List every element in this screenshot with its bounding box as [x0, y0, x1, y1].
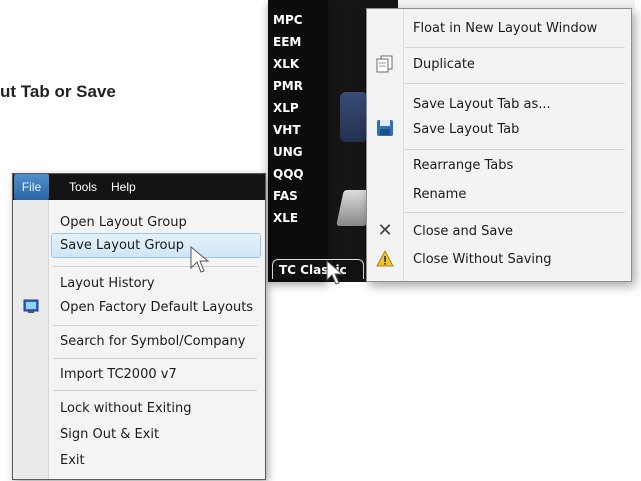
menu-item-layout-history[interactable]: Layout History	[60, 276, 155, 291]
layout-tab[interactable]: TC Classic	[272, 259, 364, 279]
symbol-item[interactable]: QQQ	[273, 167, 304, 182]
factory-layout-icon	[21, 298, 41, 318]
menu-separator	[53, 266, 257, 267]
symbol-item[interactable]: FAS	[273, 189, 298, 204]
menubar-file[interactable]: File	[14, 174, 49, 200]
menubar-tools[interactable]: Tools	[69, 174, 97, 200]
floppy-disk-icon	[375, 119, 395, 139]
symbol-item[interactable]: MPC	[273, 13, 303, 28]
menu-item-import-tc2000[interactable]: Import TC2000 v7	[60, 367, 177, 382]
menu-item-search-symbol[interactable]: Search for Symbol/Company	[60, 334, 245, 349]
menu-item-sign-out-exit[interactable]: Sign Out & Exit	[60, 427, 159, 442]
menu-item-duplicate[interactable]: Duplicate	[413, 57, 475, 72]
menu-separator	[405, 47, 625, 48]
tab-context-menu: Float in New Layout Window Duplicate Sav…	[366, 8, 632, 282]
instruction-heading: ut Tab or Save	[0, 82, 116, 101]
menu-bar: File Tools Help	[13, 174, 265, 200]
menu-separator	[53, 390, 257, 391]
symbol-item[interactable]: XLP	[273, 101, 299, 116]
symbol-item[interactable]: XLK	[273, 57, 299, 72]
symbol-item[interactable]: EEM	[273, 35, 301, 50]
menu-separator	[53, 325, 257, 326]
menu-item-open-layout-group[interactable]: Open Layout Group	[60, 215, 187, 230]
menu-item-lock-without-exiting[interactable]: Lock without Exiting	[60, 401, 192, 416]
menu-separator	[405, 83, 625, 84]
duplicate-icon	[375, 55, 395, 75]
mouse-cursor-icon	[326, 260, 344, 285]
menu-item-save-layout-tab-as[interactable]: Save Layout Tab as...	[413, 97, 551, 112]
symbol-list: MPC EEM XLK PMR XLP VHT UNG QQQ FAS XLE	[268, 0, 328, 282]
symbol-item[interactable]: VHT	[273, 123, 301, 138]
thumbnail-icon	[340, 92, 368, 142]
menu-item-close-and-save[interactable]: Close and Save	[413, 224, 513, 239]
mouse-cursor-icon	[190, 246, 210, 273]
menu-item-open-factory-default-layouts[interactable]: Open Factory Default Layouts	[60, 300, 253, 315]
menu-item-float[interactable]: Float in New Layout Window	[413, 21, 597, 36]
symbol-item[interactable]: UNG	[273, 145, 303, 160]
icon-gutter	[13, 200, 49, 479]
menu-item-rename[interactable]: Rename	[413, 187, 466, 202]
menu-separator	[405, 212, 625, 213]
close-x-icon: ✕	[377, 220, 393, 241]
menu-item-save-layout-tab[interactable]: Save Layout Tab	[413, 122, 519, 137]
menu-item-exit[interactable]: Exit	[60, 453, 85, 468]
menu-item-save-layout-group[interactable]: Save Layout Group	[60, 238, 184, 253]
menu-item-rearrange-tabs[interactable]: Rearrange Tabs	[413, 158, 513, 173]
file-menu-window: File Tools Help Open Layout Group Save L…	[12, 173, 266, 480]
menubar-help[interactable]: Help	[111, 174, 136, 200]
warning-icon	[375, 249, 395, 270]
symbol-item[interactable]: PMR	[273, 79, 303, 94]
menu-separator	[405, 149, 625, 150]
menu-separator	[53, 358, 257, 359]
symbol-item[interactable]: XLE	[273, 211, 298, 226]
menu-item-close-without-saving[interactable]: Close Without Saving	[413, 252, 552, 267]
